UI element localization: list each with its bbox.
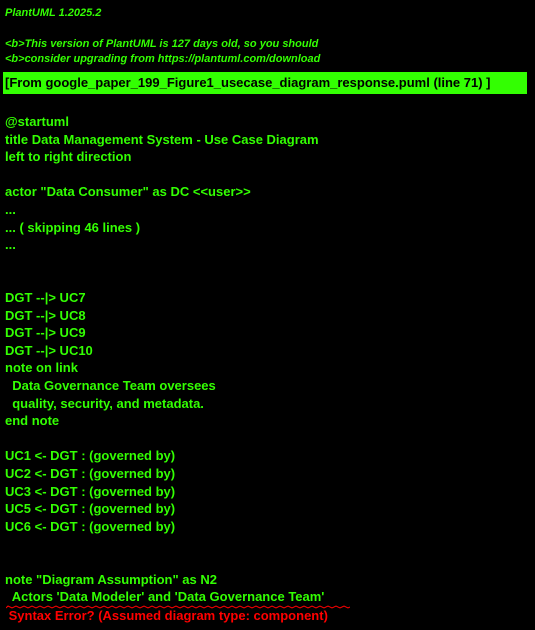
source-line: left to right direction xyxy=(5,149,132,165)
source-line: UC1 <- DGT : (governed by) xyxy=(5,448,176,464)
source-line: ... ( skipping 46 lines ) xyxy=(5,219,141,235)
source-line: DGT --|> UC9 xyxy=(5,325,86,341)
source-line: UC2 <- DGT : (governed by) xyxy=(5,466,176,481)
source-line: DGT --|> UC8 xyxy=(5,307,86,323)
syntax-error-message: Syntax Error? (Assumed diagram type: com… xyxy=(5,608,328,623)
source-file-banner: [From google_paper_199_Figure1_usecase_d… xyxy=(3,72,527,94)
source-line: ... xyxy=(5,237,16,253)
source-line: UC5 <- DGT : (governed by) xyxy=(5,501,176,517)
source-line: DGT --|> UC10 xyxy=(5,342,93,358)
version-label: PlantUML 1.2025.2 xyxy=(5,7,102,19)
upgrade-notice-line-2: <b>consider upgrading from https://plant… xyxy=(5,53,321,65)
source-line: @startuml xyxy=(5,114,69,129)
source-line: end note xyxy=(5,413,60,429)
source-line: quality, security, and metadata. xyxy=(5,395,204,411)
source-line: UC3 <- DGT : (governed by) xyxy=(5,483,176,499)
source-line: note on link xyxy=(5,360,78,376)
upgrade-notice-line-1: <b>This version of PlantUML is 127 days … xyxy=(5,38,319,50)
source-line: Data Governance Team oversees xyxy=(5,378,216,393)
source-line: title Data Management System - Use Case … xyxy=(5,131,319,147)
source-line: actor "Data Consumer" as DC <<user>> xyxy=(5,184,251,200)
source-line: Actors 'Data Modeler' and 'Data Governan… xyxy=(5,589,325,605)
source-line: UC6 <- DGT : (governed by) xyxy=(5,518,176,534)
source-line: note "Diagram Assumption" as N2 xyxy=(5,571,217,587)
error-underline xyxy=(6,605,350,609)
source-line: ... xyxy=(5,202,16,217)
source-line: DGT --|> UC7 xyxy=(5,290,86,305)
